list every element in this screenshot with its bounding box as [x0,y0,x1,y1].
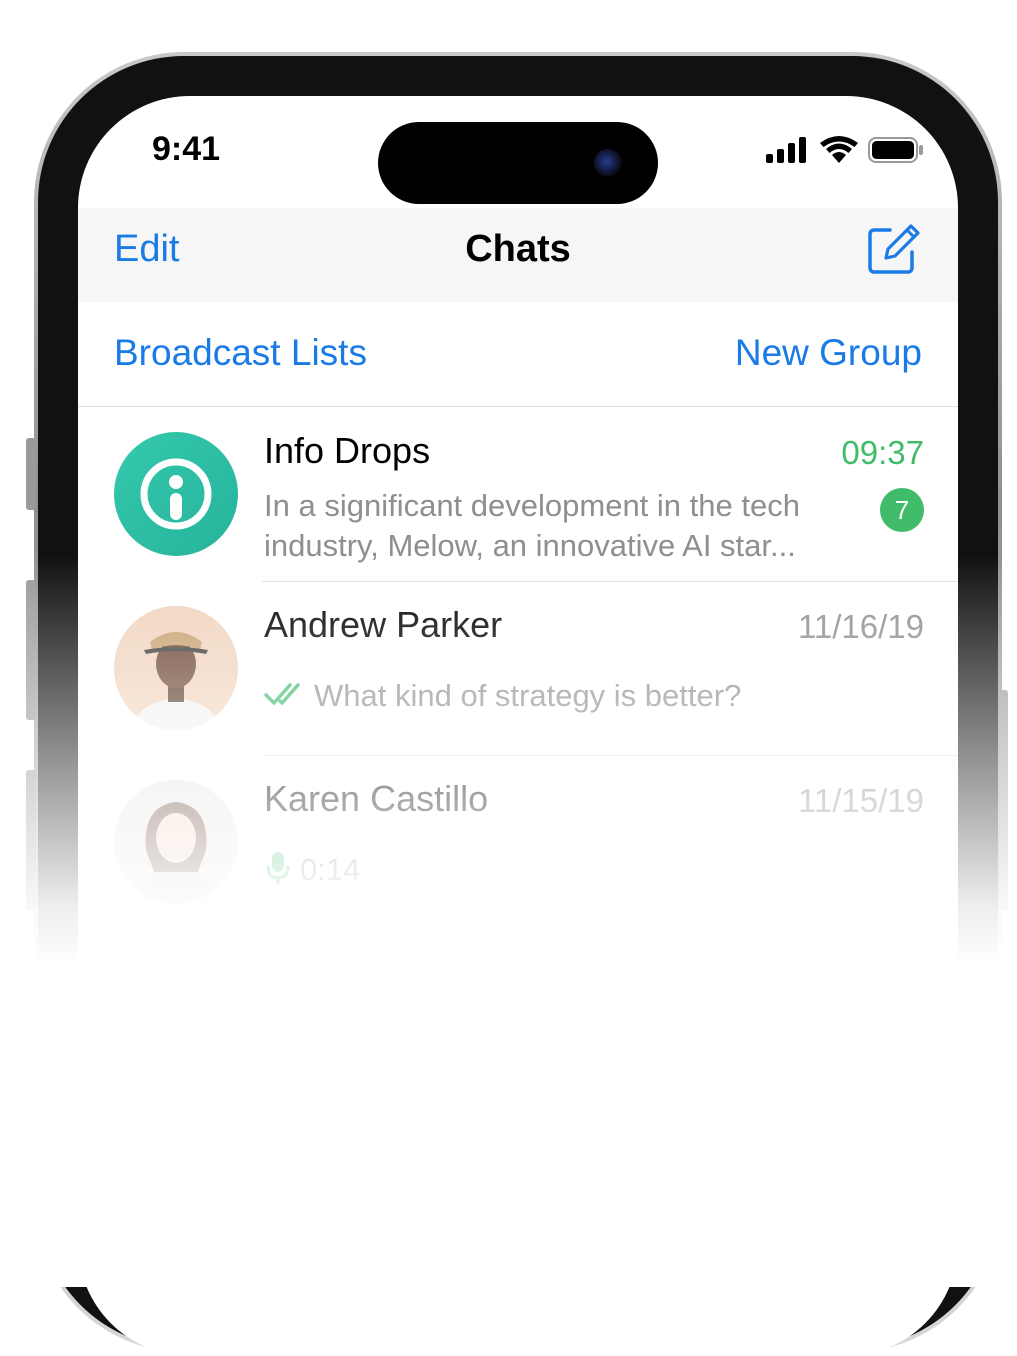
chat-time: 11/15/19 [797,782,924,819]
chat-preview: In a significant development in the tech… [264,488,800,563]
chat-row-andrew-parker[interactable]: Andrew Parker 11/16/19 What kind of stra… [78,582,958,756]
power-button [998,690,1008,910]
chat-time: 11/16/19 [797,608,924,645]
unread-badge: 7 [880,488,924,532]
microphone-icon [266,852,290,884]
navigation-bar: Edit Chats [78,208,958,302]
person-photo [114,606,238,730]
info-drops-logo-icon [140,458,212,530]
dynamic-island [378,122,658,204]
avatar [114,780,238,904]
chat-row-karen-castillo[interactable]: Karen Castillo 11/15/19 0:14 [78,756,958,930]
broadcast-lists-button[interactable]: Broadcast Lists [114,332,367,374]
page-title: Chats [465,228,571,270]
new-group-button[interactable]: New Group [735,332,922,374]
cellular-signal-icon [766,137,806,163]
wifi-icon [820,136,858,163]
mute-switch [26,438,36,510]
chat-name: Karen Castillo [264,778,489,819]
avatar [114,432,238,556]
chat-row-info-drops[interactable]: Info Drops 09:37 In a significant develo… [78,408,958,582]
chat-name: Andrew Parker [264,604,503,645]
person-photo [114,780,238,904]
volume-up-button [26,580,36,720]
row-divider [262,929,958,930]
double-check-icon [264,683,300,705]
status-time: 9:41 [152,130,221,168]
phone-screen: 9:41 Edit Chats Broadcast Lists New Grou… [78,96,958,1356]
chat-preview: What kind of strategy is better? [314,678,742,713]
chat-name: Info Drops [264,430,431,471]
avatar [114,606,238,730]
chat-time: 09:37 [841,434,924,471]
status-icons [766,136,924,164]
battery-icon [868,137,923,163]
volume-down-button [26,770,36,910]
compose-icon[interactable] [866,220,922,276]
front-camera [594,149,622,177]
chat-preview: 0:14 [300,852,361,887]
list-actions-bar: Broadcast Lists New Group [78,302,958,407]
